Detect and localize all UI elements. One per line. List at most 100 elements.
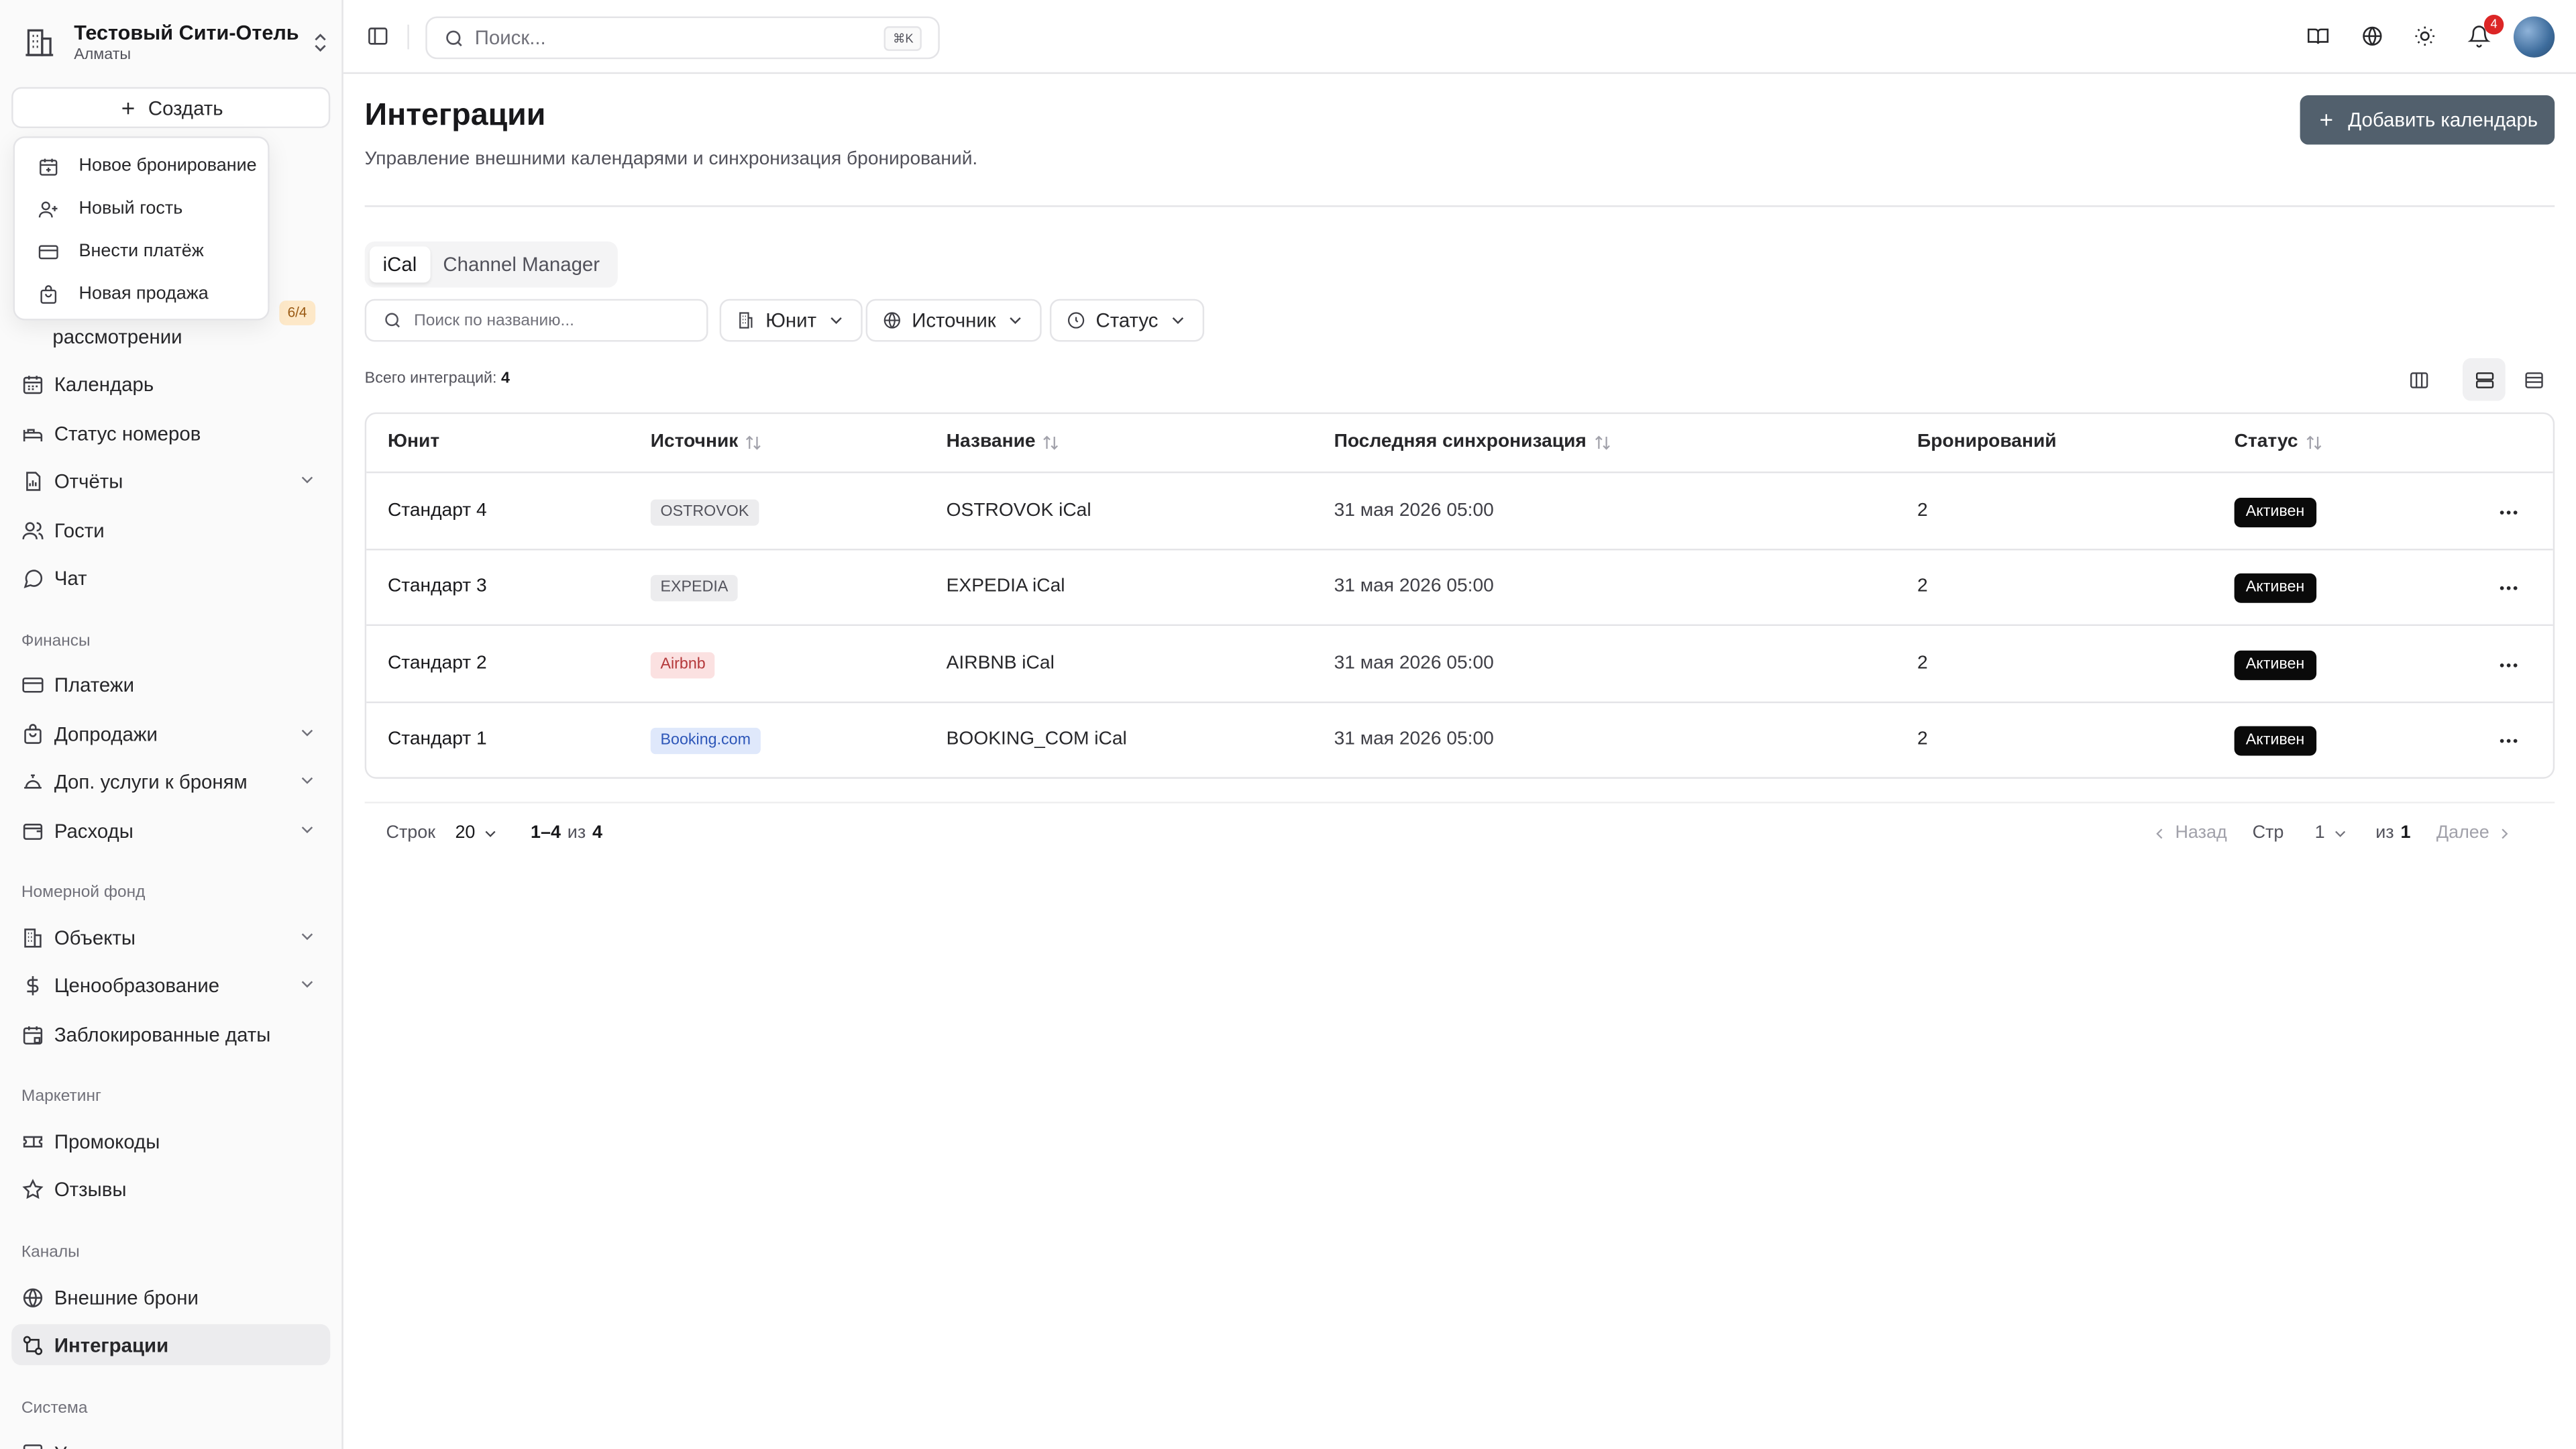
- sidebar-item-reports[interactable]: Отчёты: [11, 460, 330, 501]
- tab-channel-manager[interactable]: Channel Manager: [430, 246, 613, 282]
- search-shortcut: ⌘K: [884, 26, 922, 51]
- more-horizontal-icon[interactable]: [2497, 729, 2520, 752]
- column-header-name[interactable]: Название: [947, 432, 1061, 451]
- sidebar-item-room-status[interactable]: Статус номеров: [11, 413, 330, 453]
- prev-page-button[interactable]: Назад: [2151, 823, 2227, 843]
- sidebar-item-objects[interactable]: Объекты: [11, 917, 330, 958]
- page-total-of: из: [2375, 822, 2394, 843]
- menu-item-new-sale[interactable]: Новая продажа: [21, 273, 262, 316]
- table-row[interactable]: Стандарт 2 Airbnb AIRBNB iCal 31 мая 202…: [366, 628, 2553, 704]
- create-button[interactable]: Создать: [11, 87, 331, 129]
- rows-per-page-select[interactable]: 20: [455, 823, 475, 843]
- circle-dot-icon: [1067, 312, 1085, 329]
- column-header-bookings[interactable]: Бронирований: [1917, 432, 2057, 451]
- sidebar-item-promocodes[interactable]: Промокоды: [11, 1120, 330, 1161]
- group-label-channels: Каналы: [21, 1243, 80, 1262]
- source-filter-button[interactable]: Источник: [865, 299, 1042, 342]
- menu-item-new-booking[interactable]: Новое бронирование: [21, 145, 262, 188]
- menu-item-label: Новое бронирование: [78, 156, 257, 176]
- sidebar-item-pricing[interactable]: Ценообразование: [11, 965, 330, 1006]
- avatar[interactable]: [2513, 16, 2555, 58]
- sidebar-item-label: Промокоды: [54, 1129, 160, 1152]
- next-page-button[interactable]: Далее: [2436, 823, 2514, 843]
- sidebar-item-external-bookings[interactable]: Внешние брони: [11, 1277, 330, 1318]
- page-subtitle: Управление внешними календарями и синхро…: [364, 149, 978, 170]
- more-horizontal-icon[interactable]: [2497, 654, 2520, 677]
- column-header-unit[interactable]: Юнит: [388, 432, 439, 451]
- column-header-last-sync[interactable]: Последняя синхронизация: [1334, 432, 1611, 451]
- sidebar-item-chat[interactable]: Чат: [11, 557, 330, 598]
- sidebar-item-upsales[interactable]: Допродажи: [11, 713, 330, 754]
- table-row[interactable]: Стандарт 1 Booking.com BOOKING_COM iCal …: [366, 703, 2553, 777]
- chevron-down-icon: [301, 729, 313, 737]
- star-icon: [22, 1178, 44, 1199]
- name-search-placeholder: Поиск по названию...: [414, 311, 574, 330]
- tab-ical[interactable]: iCal: [370, 246, 430, 283]
- cell-unit: Стандарт 1: [387, 729, 487, 749]
- hotel-switcher[interactable]: Тестовый Сити-Отель Алматы: [13, 13, 332, 72]
- view-columns-button[interactable]: [2397, 358, 2440, 401]
- more-horizontal-icon[interactable]: [2497, 501, 2520, 524]
- page-label: Стр: [2253, 823, 2284, 843]
- chevron-down-icon: [301, 933, 313, 941]
- chevron-down-icon: [301, 981, 313, 988]
- menu-item-add-payment[interactable]: Внести платёж: [21, 230, 262, 273]
- table-row[interactable]: Стандарт 3 EXPEDIA EXPEDIA iCal 31 мая 2…: [366, 550, 2553, 627]
- globe-icon: [23, 1287, 43, 1307]
- chevron-down-icon: [301, 777, 313, 784]
- sidebar-item-calendar[interactable]: Календарь: [11, 363, 330, 404]
- sidebar-item-label: Отчёты: [54, 469, 123, 492]
- status-filter-label: Статус: [1095, 309, 1159, 332]
- sidebar-item-guests[interactable]: Гости: [11, 509, 330, 550]
- sidebar-toggle-icon[interactable]: [366, 25, 389, 48]
- service-bell-icon: [24, 773, 42, 788]
- page-total-value: 1: [2400, 822, 2411, 843]
- unit-filter-button[interactable]: Юнит: [719, 299, 863, 342]
- integration-tabs: iCal Channel Manager: [364, 241, 619, 288]
- page-select[interactable]: 1: [2315, 823, 2350, 843]
- view-comfortable-button[interactable]: [2463, 358, 2506, 401]
- sidebar-item-system-partial[interactable]: У: [11, 1433, 330, 1449]
- cell-bookings: 2: [1917, 500, 1928, 521]
- sidebar-item-label: Объекты: [54, 926, 136, 949]
- global-search-input[interactable]: Поиск... ⌘K: [425, 16, 940, 60]
- sidebar-item-blocked-dates[interactable]: Заблокированные даты: [11, 1014, 330, 1055]
- wallet-icon: [23, 822, 43, 839]
- menu-item-new-guest[interactable]: Новый гость: [21, 187, 262, 230]
- group-label-system: Система: [21, 1399, 88, 1418]
- prev-page-label: Назад: [2175, 822, 2227, 843]
- view-compact-button[interactable]: [2512, 358, 2555, 401]
- sidebar-item-extra-services[interactable]: Доп. услуги к броням: [11, 761, 330, 802]
- sidebar-item-integrations[interactable]: Интеграции: [11, 1324, 331, 1366]
- sidebar-item-label: Ценообразование: [54, 973, 220, 997]
- table-row[interactable]: Стандарт 4 OSTROVOK OSTROVOK iCal 31 мая…: [366, 475, 2553, 551]
- language-globe-icon[interactable]: [2361, 25, 2383, 48]
- sun-icon[interactable]: [2414, 25, 2436, 48]
- users-icon: [22, 521, 44, 539]
- sidebar-item-expenses[interactable]: Расходы: [11, 810, 330, 851]
- sidebar-item-pending-label[interactable]: рассмотрении: [52, 325, 182, 348]
- sidebar-item-label: Интеграции: [54, 1333, 169, 1356]
- more-horizontal-icon[interactable]: [2497, 577, 2520, 600]
- globe-icon: [883, 312, 900, 329]
- status-filter-button[interactable]: Статус: [1049, 299, 1204, 342]
- column-header-source[interactable]: Источник: [651, 432, 763, 451]
- status-badge: Активен: [2234, 498, 2316, 528]
- sidebar-item-label: Заблокированные даты: [54, 1022, 271, 1046]
- source-badge: Airbnb: [650, 652, 716, 679]
- settings-icon: [23, 1443, 43, 1449]
- book-icon[interactable]: [2306, 25, 2329, 48]
- name-search-input[interactable]: Поиск по названию...: [364, 299, 708, 342]
- shopping-bag-icon: [40, 284, 57, 303]
- create-dropdown-menu: Новое бронирование Новый гость Внести пл…: [13, 136, 270, 321]
- column-header-label: Последняя синхронизация: [1334, 432, 1587, 452]
- group-label-marketing: Маркетинг: [21, 1087, 101, 1106]
- column-header-status[interactable]: Статус: [2235, 432, 2323, 451]
- bed-icon: [23, 428, 43, 441]
- cell-last-sync: 31 мая 2026 05:00: [1334, 576, 1494, 596]
- sidebar-item-label: Статус номеров: [54, 421, 201, 445]
- sidebar-item-payments[interactable]: Платежи: [11, 663, 330, 704]
- sidebar-item-reviews[interactable]: Отзывы: [11, 1168, 330, 1209]
- add-calendar-button[interactable]: Добавить календарь: [2300, 95, 2555, 145]
- source-badge: Booking.com: [650, 727, 761, 755]
